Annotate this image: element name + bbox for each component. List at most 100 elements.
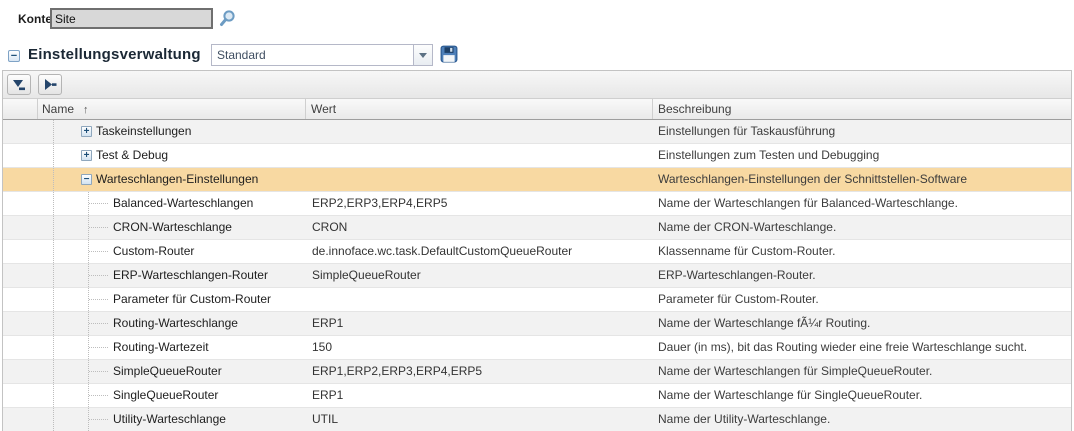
row-name-cell: Balanced-Warteschlangen — [38, 192, 306, 215]
expand-icon[interactable]: + — [81, 126, 92, 137]
expand-icon[interactable]: + — [81, 150, 92, 161]
floppy-disk-icon — [440, 45, 458, 63]
row-wert-cell — [306, 120, 653, 143]
row-beschreibung-cell: Name der Warteschlange für SingleQueueRo… — [653, 384, 1071, 407]
section-collapse-icon[interactable]: − — [8, 50, 20, 62]
row-name: Parameter für Custom-Router — [113, 288, 271, 311]
row-name-cell: Routing-Wartezeit — [38, 336, 306, 359]
header-gutter — [3, 99, 38, 119]
row-beschreibung-cell: Parameter für Custom-Router. — [653, 288, 1071, 311]
tree-guide-line — [53, 312, 54, 335]
row-gutter — [3, 336, 38, 359]
row-wert: de.innoface.wc.task.DefaultCustomQueueRo… — [312, 244, 572, 258]
table-row[interactable]: SingleQueueRouter ERP1 Name der Wartesch… — [3, 384, 1071, 408]
row-wert: SimpleQueueRouter — [312, 268, 421, 282]
row-name: Test & Debug — [96, 144, 168, 167]
collapse-all-button[interactable] — [7, 74, 31, 95]
profile-select[interactable]: Standard — [211, 44, 433, 66]
tree-elbow-icon — [89, 347, 108, 348]
context-input[interactable] — [50, 8, 213, 29]
table-row[interactable]: − Warteschlangen-Einstellungen Warteschl… — [3, 168, 1071, 192]
expand-all-icon — [42, 77, 58, 93]
settings-page: Kontext − Einstellungsverwaltung Standar… — [0, 0, 1074, 431]
tree-guide-line — [53, 288, 54, 311]
row-name: CRON-Warteschlange — [113, 216, 232, 239]
tree-guide-line — [53, 120, 54, 143]
row-gutter — [3, 264, 38, 287]
row-gutter — [3, 360, 38, 383]
row-name-cell: Custom-Router — [38, 240, 306, 263]
row-gutter — [3, 240, 38, 263]
table-body: + Taskeinstellungen Einstellungen für Ta… — [3, 120, 1071, 431]
row-name-cell: Utility-Warteschlange — [38, 408, 306, 431]
sort-asc-icon: ↑ — [83, 104, 89, 116]
row-beschreibung: Warteschlangen-Einstellungen der Schnitt… — [658, 172, 967, 186]
row-beschreibung: Klassenname für Custom-Router. — [658, 244, 835, 258]
row-beschreibung: ERP-Warteschlangen-Router. — [658, 268, 816, 282]
tree-elbow-icon — [89, 203, 108, 204]
table-row[interactable]: Utility-Warteschlange UTIL Name der Util… — [3, 408, 1071, 431]
save-button[interactable] — [439, 45, 459, 65]
row-wert: 150 — [312, 340, 332, 354]
table-row[interactable]: Routing-Warteschlange ERP1 Name der Wart… — [3, 312, 1071, 336]
table-row[interactable]: Custom-Router de.innoface.wc.task.Defaul… — [3, 240, 1071, 264]
tree-guide-line — [53, 168, 54, 191]
row-beschreibung-cell: Name der Warteschlange fÃ¼r Routing. — [653, 312, 1071, 335]
tree-guide-line — [53, 216, 54, 239]
table-row[interactable]: + Taskeinstellungen Einstellungen für Ta… — [3, 120, 1071, 144]
row-beschreibung: Einstellungen für Taskausführung — [658, 124, 835, 138]
table-row[interactable]: ERP-Warteschlangen-Router SimpleQueueRou… — [3, 264, 1071, 288]
section-header: − Einstellungsverwaltung Standard — [0, 44, 1074, 70]
table-row[interactable]: Balanced-Warteschlangen ERP2,ERP3,ERP4,E… — [3, 192, 1071, 216]
table-row[interactable]: SimpleQueueRouter ERP1,ERP2,ERP3,ERP4,ER… — [3, 360, 1071, 384]
row-name-cell: CRON-Warteschlange — [38, 216, 306, 239]
row-name-cell: + Taskeinstellungen — [38, 120, 306, 143]
row-wert: UTIL — [312, 412, 338, 426]
header-beschreibung[interactable]: Beschreibung — [653, 99, 1071, 119]
header-name-label: Name — [42, 102, 74, 116]
tree-guide-line — [53, 360, 54, 383]
tree-elbow-icon — [89, 275, 108, 276]
row-name-cell: ERP-Warteschlangen-Router — [38, 264, 306, 287]
tree-elbow-icon — [89, 227, 108, 228]
row-beschreibung: Dauer (in ms), bit das Routing wieder ei… — [658, 340, 1027, 354]
tree-guide-line — [53, 408, 54, 431]
row-beschreibung: Name der Utility-Warteschlange. — [658, 412, 830, 426]
chevron-down-icon[interactable] — [413, 45, 432, 65]
row-name: ERP-Warteschlangen-Router — [113, 264, 268, 287]
row-name-cell: − Warteschlangen-Einstellungen — [38, 168, 306, 191]
search-icon[interactable] — [218, 9, 237, 28]
profile-select-value: Standard — [217, 45, 266, 65]
row-wert-cell — [306, 288, 653, 311]
row-name-cell: SimpleQueueRouter — [38, 360, 306, 383]
row-wert: ERP1,ERP2,ERP3,ERP4,ERP5 — [312, 364, 482, 378]
row-gutter — [3, 288, 38, 311]
table-row[interactable]: + Test & Debug Einstellungen zum Testen … — [3, 144, 1071, 168]
row-name: Balanced-Warteschlangen — [113, 192, 253, 215]
tree-guide-line — [53, 384, 54, 407]
context-bar: Kontext — [0, 6, 1074, 34]
row-name: SimpleQueueRouter — [113, 360, 222, 383]
row-name-cell: Parameter für Custom-Router — [38, 288, 306, 311]
header-wert[interactable]: Wert — [306, 99, 653, 119]
table-row[interactable]: CRON-Warteschlange CRON Name der CRON-Wa… — [3, 216, 1071, 240]
row-gutter — [3, 312, 38, 335]
row-gutter — [3, 192, 38, 215]
row-wert-cell: ERP2,ERP3,ERP4,ERP5 — [306, 192, 653, 215]
tree-elbow-icon — [89, 299, 108, 300]
row-wert-cell: UTIL — [306, 408, 653, 431]
row-beschreibung: Einstellungen zum Testen und Debugging — [658, 148, 879, 162]
header-name[interactable]: Name ↑ — [38, 99, 306, 119]
table-row[interactable]: Parameter für Custom-Router Parameter fü… — [3, 288, 1071, 312]
table-row[interactable]: Routing-Wartezeit 150 Dauer (in ms), bit… — [3, 336, 1071, 360]
expand-all-button[interactable] — [38, 74, 62, 95]
collapse-icon[interactable]: − — [81, 174, 92, 185]
row-wert-cell: de.innoface.wc.task.DefaultCustomQueueRo… — [306, 240, 653, 263]
row-beschreibung-cell: Einstellungen für Taskausführung — [653, 120, 1071, 143]
row-name-cell: + Test & Debug — [38, 144, 306, 167]
tree-elbow-icon — [89, 395, 108, 396]
row-wert: ERP2,ERP3,ERP4,ERP5 — [312, 196, 447, 210]
row-beschreibung-cell: Name der Warteschlangen für Balanced-War… — [653, 192, 1071, 215]
tree-guide-line — [53, 240, 54, 263]
row-beschreibung-cell: Name der Warteschlangen für SimpleQueueR… — [653, 360, 1071, 383]
